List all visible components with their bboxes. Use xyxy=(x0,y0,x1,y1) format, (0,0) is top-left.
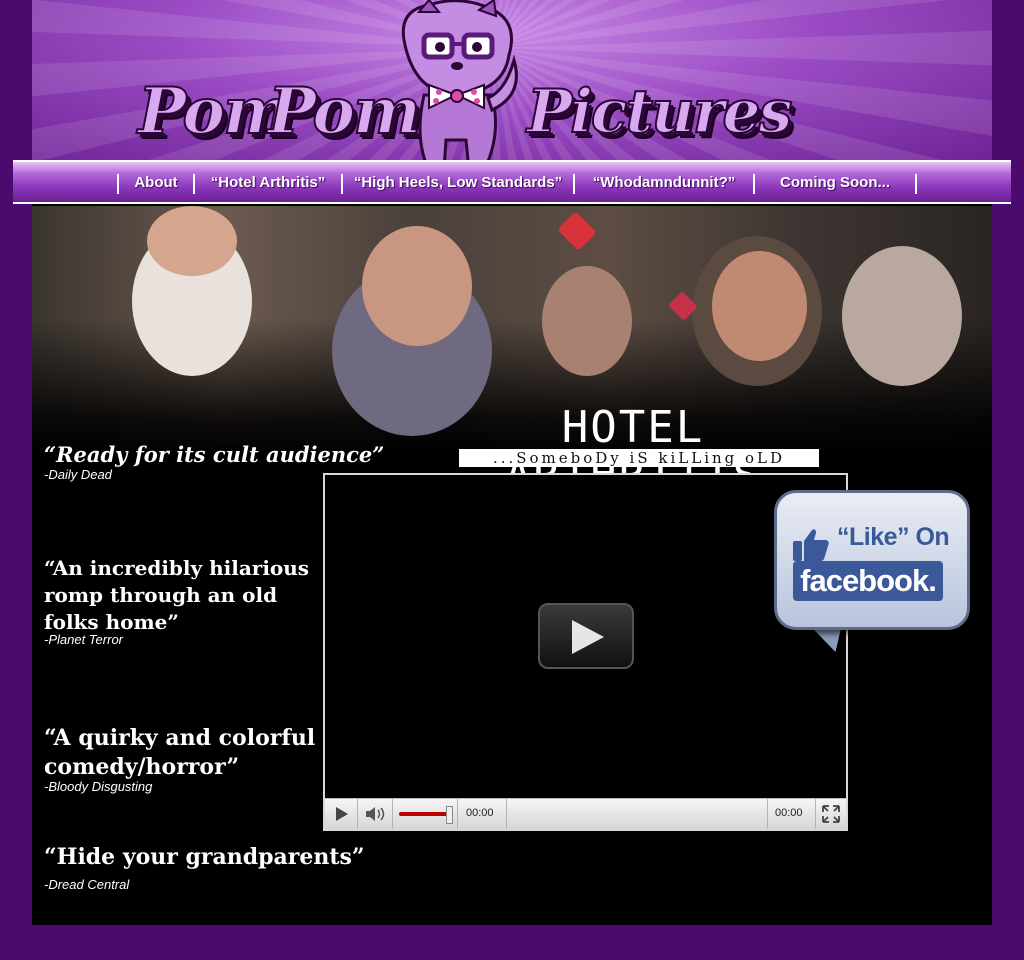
thumbs-up-icon xyxy=(793,529,829,561)
logo-word-pictures[interactable]: Pictures xyxy=(526,79,793,145)
facebook-like-text: “Like” On xyxy=(837,523,950,551)
nav-item-about[interactable]: About xyxy=(119,172,193,194)
main-nav: About “Hotel Arthritis” “High Heels, Low… xyxy=(13,160,1011,204)
facebook-like-badge[interactable]: “Like” On facebook. xyxy=(774,490,970,658)
volume-slider-handle[interactable] xyxy=(446,806,453,824)
seek-bar[interactable] xyxy=(507,799,767,829)
nav-item-hotel-arthritis[interactable]: “Hotel Arthritis” xyxy=(195,172,341,194)
site-header: Pom Pom Pictures xyxy=(32,0,992,160)
pomeranian-mascot-icon xyxy=(401,0,518,160)
old-woman-figure xyxy=(842,246,962,386)
big-play-button[interactable] xyxy=(538,603,634,669)
fullscreen-icon xyxy=(822,805,840,823)
play-button[interactable] xyxy=(325,799,357,829)
review-quote: “A quirky and colorful comedy/horror” xyxy=(44,725,316,780)
mute-button[interactable] xyxy=(358,799,392,829)
duration-time: 00:00 xyxy=(775,807,803,819)
control-divider xyxy=(392,799,393,829)
santa-face xyxy=(147,206,237,276)
fullscreen-button[interactable] xyxy=(816,799,846,829)
play-icon xyxy=(336,807,348,821)
page-container: Pom Pom Pictures HOTEL ...SomeboDy iS ki… xyxy=(32,0,992,925)
speech-bubble: “Like” On facebook. xyxy=(774,490,970,630)
heart-decoration-icon xyxy=(557,211,597,251)
review-source: -Dread Central xyxy=(44,877,130,892)
video-player[interactable]: 00:00 00:00 xyxy=(323,473,848,831)
woman-figure xyxy=(542,266,632,376)
nav-item-high-heels-low-standards[interactable]: “High Heels, Low Standards” xyxy=(343,172,573,194)
current-time: 00:00 xyxy=(466,807,494,819)
curly-man-face xyxy=(712,251,807,361)
review-quote: “Ready for its cult audience” xyxy=(44,442,385,467)
volume-slider[interactable] xyxy=(399,812,449,816)
review-source: -Planet Terror xyxy=(44,632,123,647)
movie-tagline: ...SomeboDy iS kiLLing oLD people xyxy=(459,449,819,485)
review-source: -Daily Dead xyxy=(44,467,112,482)
nav-item-whodamndunnit[interactable]: “Whodamndunnit?” xyxy=(575,172,753,194)
logo-word-pom-1[interactable]: Pom xyxy=(137,79,292,145)
control-divider xyxy=(767,799,768,829)
play-icon xyxy=(572,620,604,654)
volume-icon xyxy=(366,807,385,821)
review-quote: “An incredibly hilarious romp through an… xyxy=(44,556,310,634)
player-controls: 00:00 00:00 xyxy=(325,798,846,829)
man-face xyxy=(362,226,472,346)
review-source: -Bloody Disgusting xyxy=(44,779,153,794)
nav-divider xyxy=(915,174,917,194)
control-divider xyxy=(457,799,458,829)
nav-item-coming-soon[interactable]: Coming Soon... xyxy=(755,172,915,194)
facebook-logo: facebook. xyxy=(793,561,943,601)
review-quote: “Hide your grandparents” xyxy=(44,844,365,870)
